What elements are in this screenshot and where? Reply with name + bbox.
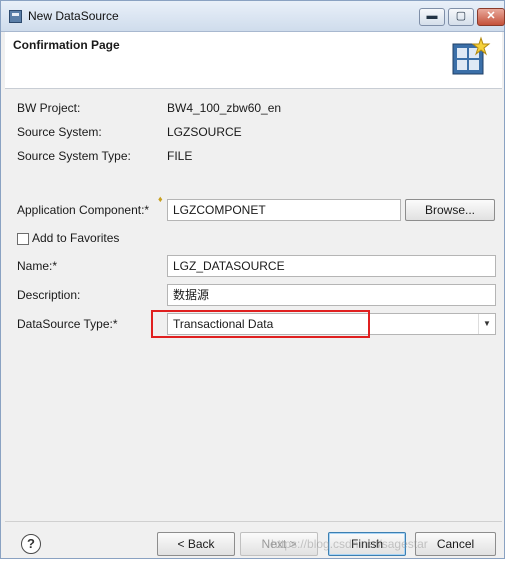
next-button[interactable]: Next >	[240, 532, 318, 556]
content-assist-icon: ♦	[158, 194, 163, 204]
page-title: Confirmation Page	[13, 38, 120, 52]
add-to-favorites-checkbox[interactable]	[17, 233, 29, 245]
name-field[interactable]: LGZ_DATASOURCE	[167, 255, 496, 277]
datasource-type-label: DataSource Type:*	[17, 317, 118, 331]
add-to-favorites-label[interactable]: Add to Favorites	[32, 231, 119, 245]
bw-project-label: BW Project:	[17, 101, 81, 115]
minimize-button[interactable]: ▬	[419, 8, 445, 26]
description-field[interactable]: 数据源	[167, 284, 496, 306]
description-label: Description:	[17, 288, 81, 302]
application-component-label: Application Component:*	[17, 203, 150, 217]
dropdown-arrow-icon[interactable]: ▼	[478, 314, 495, 334]
wizard-header: Confirmation Page	[5, 32, 502, 89]
annotation-highlight-box	[151, 310, 370, 338]
source-system-type-value: FILE	[167, 149, 193, 163]
bw-project-value: BW4_100_zbw60_en	[167, 101, 282, 115]
close-button[interactable]: ✕	[477, 8, 505, 26]
cancel-button[interactable]: Cancel	[415, 532, 496, 556]
maximize-button[interactable]: ▢	[448, 8, 474, 26]
back-button[interactable]: < Back	[157, 532, 235, 556]
new-datasource-dialog: New DataSource ▬ ▢ ✕ Confirmation Page B…	[0, 0, 505, 559]
source-system-label: Source System:	[17, 125, 102, 139]
source-system-value: LGZSOURCE	[167, 125, 242, 139]
name-label: Name:*	[17, 259, 58, 273]
title-bar[interactable]: New DataSource ▬ ▢ ✕	[1, 1, 505, 32]
browse-button[interactable]: Browse...	[405, 199, 495, 221]
window-app-icon	[9, 10, 22, 23]
source-system-type-label: Source System Type:	[17, 149, 131, 163]
footer-divider	[5, 521, 502, 522]
finish-button[interactable]: Finish	[328, 532, 406, 556]
application-component-field[interactable]: LGZCOMPONET	[167, 199, 401, 221]
datasource-wizard-icon	[452, 36, 491, 75]
window-title: New DataSource	[28, 9, 119, 23]
help-icon[interactable]: ?	[21, 534, 41, 554]
